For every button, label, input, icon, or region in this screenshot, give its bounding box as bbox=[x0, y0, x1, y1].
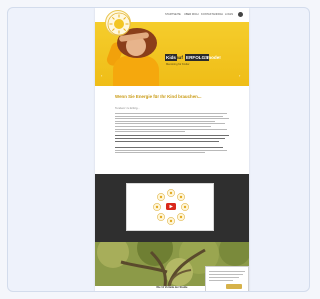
nav-item-contact[interactable]: KONTAKTANFRAGE bbox=[201, 13, 223, 17]
intro-paragraph-3 bbox=[115, 147, 229, 155]
intro-kicker: Tendenz zu Erfolg... bbox=[115, 106, 140, 110]
icon-wheel-graphic bbox=[153, 189, 189, 225]
hero-headline-word-3: ERFOLGS bbox=[185, 54, 210, 61]
cookie-accept-button[interactable] bbox=[226, 284, 242, 289]
hero-headline-word-2: auf bbox=[176, 55, 183, 60]
intro-title: Wenn Sie Energie für Ihr Kind brauchen..… bbox=[115, 94, 202, 99]
slider-prev-icon[interactable]: ‹ bbox=[101, 74, 105, 78]
website-page: STARTSEITE ÜBER MICH KONTAKTANFRAGE LOGI… bbox=[95, 8, 249, 291]
sun-seal-icon bbox=[107, 12, 131, 36]
hero-headline: Kids auf ERFOLGS mode! bbox=[165, 54, 235, 62]
intro-section: Wenn Sie Energie für Ihr Kind brauchen..… bbox=[95, 86, 249, 174]
cookie-banner bbox=[205, 266, 249, 291]
brand-seal-logo[interactable] bbox=[105, 10, 131, 36]
hero-headline-word-4: mode! bbox=[207, 55, 221, 60]
video-section bbox=[95, 174, 249, 242]
browser-preview-card: STARTSEITE ÜBER MICH KONTAKTANFRAGE LOGI… bbox=[7, 7, 310, 292]
slider-next-icon[interactable]: › bbox=[239, 74, 243, 78]
gear-icon[interactable] bbox=[238, 12, 243, 17]
hero-image-child-body bbox=[113, 56, 159, 86]
benefits-title: Die 11 Vorteile der Studie bbox=[156, 286, 188, 289]
intro-paragraph-2 bbox=[115, 135, 229, 143]
intro-paragraph-1 bbox=[115, 113, 229, 134]
nav-item-about[interactable]: ÜBER MICH bbox=[184, 13, 199, 17]
video-player[interactable] bbox=[126, 183, 214, 231]
nav-item-home[interactable]: STARTSEITE bbox=[165, 13, 182, 17]
hero-subline: Mentoring für Kinder bbox=[166, 63, 190, 66]
nav-item-login[interactable]: LOGIN bbox=[225, 13, 235, 17]
